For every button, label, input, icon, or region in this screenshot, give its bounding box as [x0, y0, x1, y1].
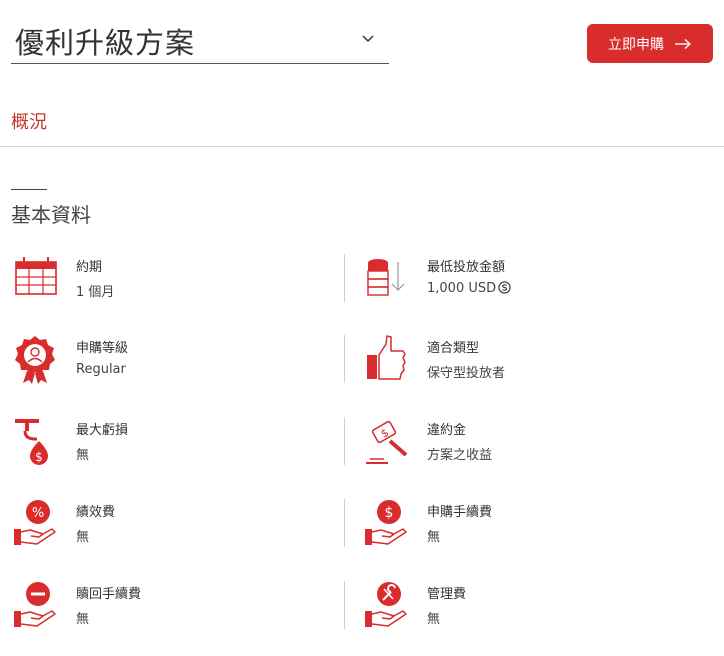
item-label: 最大虧損 — [76, 423, 129, 438]
divider — [0, 146, 724, 147]
coin-stack-icon — [367, 259, 405, 296]
column-separator — [344, 417, 345, 465]
thumbs-up-icon — [367, 335, 406, 380]
usd-s-icon — [498, 281, 511, 294]
item-label: 申購等級 — [76, 341, 129, 356]
section-accent-line — [11, 189, 47, 190]
item-value: 保守型投放者 — [427, 366, 506, 381]
item-value: 無 — [76, 612, 90, 627]
arrow-right-icon — [675, 38, 692, 49]
info-item-management-fee: 管理費 無 — [364, 581, 684, 641]
tab-overview[interactable]: 概況 — [11, 108, 47, 134]
info-item-penalty: $ 違約金 方案之收益 — [364, 417, 684, 477]
info-item-subscription-fee: $ 申購手續費 無 — [364, 499, 684, 559]
item-value: 1,000 USD — [427, 281, 511, 296]
item-label: 違約金 — [427, 423, 467, 438]
column-separator — [344, 499, 345, 547]
item-value: 方案之收益 — [427, 448, 493, 463]
info-item-grade: 申購等級 Regular — [13, 335, 333, 395]
item-label: 績效費 — [76, 505, 116, 520]
money-leak-icon: $ — [15, 419, 48, 465]
item-label: 最低投放金額 — [427, 260, 506, 275]
column-separator — [344, 254, 345, 302]
info-item-term: 約期 1 個月 — [13, 254, 333, 314]
item-label: 約期 — [76, 260, 103, 275]
info-item-suitability: 適合類型 保守型投放者 — [364, 335, 684, 395]
award-badge-icon — [15, 336, 55, 384]
apply-button[interactable]: 立即申購 — [587, 24, 713, 63]
column-separator — [344, 581, 345, 629]
info-item-min-amount: 最低投放金額 1,000 USD — [364, 254, 684, 314]
item-value: 無 — [427, 530, 441, 545]
svg-text:$: $ — [378, 426, 391, 441]
minus-hand-icon — [14, 582, 56, 627]
item-value: 無 — [76, 448, 90, 463]
column-separator — [344, 335, 345, 383]
plan-title: 優利升級方案 — [15, 26, 196, 60]
wrench-hand-icon — [365, 582, 407, 627]
item-label: 贖回手續費 — [76, 587, 142, 602]
section-title: 基本資料 — [11, 203, 91, 227]
info-item-max-loss: $ 最大虧損 無 — [13, 417, 333, 477]
svg-text:%: % — [32, 506, 44, 521]
gavel-icon: $ — [366, 420, 408, 464]
dollar-hand-icon: $ — [365, 500, 407, 545]
svg-text:$: $ — [35, 450, 43, 464]
percent-hand-icon: % — [14, 500, 56, 545]
item-label: 申購手續費 — [427, 505, 493, 520]
chevron-down-icon — [362, 35, 374, 43]
calendar-icon — [15, 257, 57, 295]
item-label: 適合類型 — [427, 341, 480, 356]
apply-button-label: 立即申購 — [608, 36, 664, 53]
item-label: 管理費 — [427, 587, 467, 602]
item-value: 無 — [427, 612, 441, 627]
item-value: 無 — [76, 530, 90, 545]
item-value: 1 個月 — [76, 285, 115, 300]
item-value-text: 1,000 USD — [427, 281, 497, 296]
svg-text:$: $ — [385, 505, 394, 521]
plan-select[interactable]: 優利升級方案 — [11, 18, 389, 64]
info-item-redemption-fee: 贖回手續費 無 — [13, 581, 333, 641]
item-value: Regular — [76, 362, 126, 377]
info-item-performance-fee: % 績效費 無 — [13, 499, 333, 559]
